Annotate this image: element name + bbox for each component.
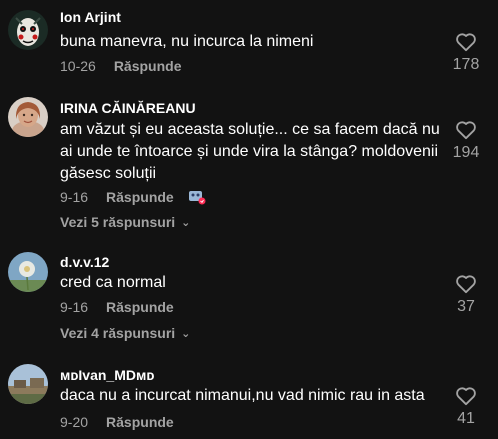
view-replies-label[interactable]: Vezi 5 răspunsuri [60, 214, 175, 230]
chevron-down-icon[interactable]: ⌄ [181, 327, 190, 340]
like-count: 41 [457, 410, 475, 427]
comment-text: cred ca normal [60, 274, 166, 291]
comment-text: am văzut și eu aceasta soluție... ce sa … [60, 121, 440, 182]
like-count: 37 [457, 298, 475, 315]
chevron-down-icon[interactable]: ⌄ [181, 216, 190, 229]
username[interactable]: Ion Arjint [60, 9, 121, 25]
comment-text: buna manevra, nu incurca la nimeni [60, 33, 314, 50]
reply-button[interactable]: Răspunde [106, 189, 174, 205]
view-replies-button[interactable]: Vezi 5 răspunsuri ⌄ [60, 214, 190, 230]
comment-meta: 9-16 Răspunde [60, 189, 174, 205]
avatar[interactable] [8, 97, 48, 137]
heart-icon[interactable] [455, 386, 477, 406]
like-count: 194 [452, 144, 480, 161]
dandelion-avatar-icon [8, 252, 48, 292]
heart-icon[interactable] [455, 32, 477, 52]
username[interactable]: ᴍᴅIvan_MDᴍᴅ [60, 367, 154, 383]
woman-portrait-avatar-icon [8, 97, 48, 137]
view-replies-button[interactable]: Vezi 4 răspunsuri ⌄ [60, 325, 190, 341]
reply-button[interactable]: Răspunde [106, 414, 174, 430]
view-replies-label[interactable]: Vezi 4 răspunsuri [60, 325, 175, 341]
username[interactable]: IRINA CĂINĂREANU [60, 100, 196, 116]
landscape-avatar-icon [8, 364, 48, 404]
comment-meta: 9-16 Răspunde [60, 299, 174, 315]
username[interactable]: d.v.v.12 [60, 254, 109, 270]
heart-icon[interactable] [455, 274, 477, 294]
creator-liked-icon [189, 191, 206, 205]
like-count: 178 [452, 56, 480, 73]
comment-date: 10-26 [60, 58, 96, 74]
avatar[interactable] [8, 252, 48, 292]
jigsaw-mask-avatar-icon [8, 10, 48, 50]
like-button[interactable]: 37 [446, 274, 486, 316]
comment-date: 9-16 [60, 189, 89, 205]
comment-date: 9-20 [60, 414, 89, 430]
heart-icon[interactable] [455, 120, 477, 140]
avatar[interactable] [8, 10, 48, 50]
like-button[interactable]: 178 [446, 32, 486, 74]
like-button[interactable]: 41 [446, 386, 486, 428]
avatar[interactable] [8, 364, 48, 404]
comment-text: daca nu a incurcat nimanui,nu vad nimic … [60, 387, 425, 404]
like-button[interactable]: 194 [446, 120, 486, 162]
comment-date: 9-16 [60, 299, 89, 315]
reply-button[interactable]: Răspunde [114, 58, 182, 74]
comment-meta: 10-26 Răspunde [60, 58, 182, 74]
reply-button[interactable]: Răspunde [106, 299, 174, 315]
comment-meta: 9-20 Răspunde [60, 414, 174, 430]
